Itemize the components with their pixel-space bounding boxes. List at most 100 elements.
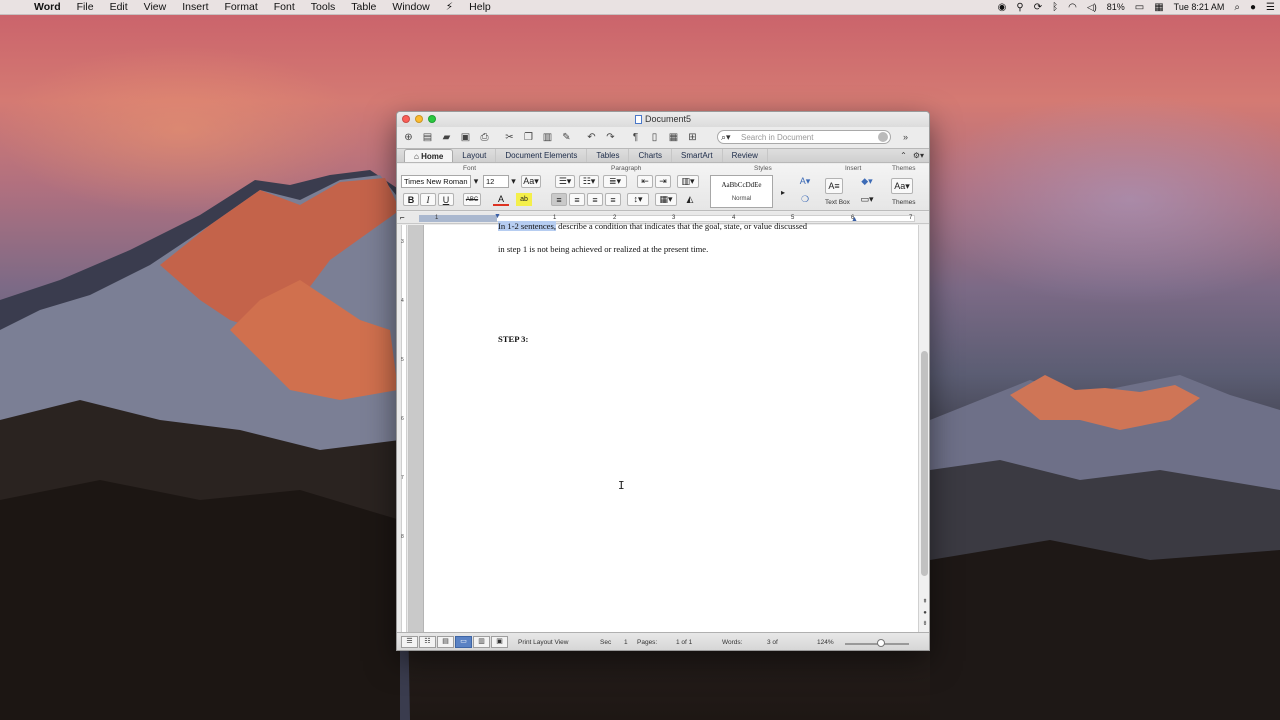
font-color-icon[interactable]: A bbox=[493, 193, 509, 206]
spotlight-icon[interactable]: ⌕ bbox=[1229, 0, 1245, 15]
zoom-slider-knob[interactable] bbox=[877, 639, 885, 647]
previous-page-icon[interactable]: ⇞ bbox=[920, 598, 929, 607]
status-zoom[interactable]: 124% bbox=[817, 639, 834, 646]
borders-icon[interactable]: ▦▾ bbox=[655, 193, 677, 206]
sync-icon[interactable]: ⟳ bbox=[1029, 0, 1047, 15]
tab-stop-selector-icon[interactable]: ⌐ bbox=[400, 213, 405, 222]
open-icon[interactable]: ▰ bbox=[438, 129, 455, 145]
document-text-line[interactable]: in step 1 is not being achieved or reali… bbox=[498, 244, 708, 254]
tab-review[interactable]: Review bbox=[723, 149, 768, 162]
change-case-icon[interactable]: Aa▾ bbox=[521, 175, 541, 188]
publishing-view-button[interactable]: ▤ bbox=[437, 636, 454, 648]
styles-next-icon[interactable]: ▸ bbox=[777, 186, 789, 199]
minimize-window-button[interactable] bbox=[415, 115, 423, 123]
flag-icon[interactable]: ▦ bbox=[1149, 0, 1168, 15]
close-window-button[interactable] bbox=[402, 115, 410, 123]
right-indent-marker[interactable]: ▲ bbox=[851, 216, 858, 223]
menu-window[interactable]: Window bbox=[384, 0, 437, 15]
paste-icon[interactable]: ▥ bbox=[539, 129, 556, 145]
new-document-icon[interactable]: ⊕ bbox=[400, 129, 417, 145]
toolbox-icon[interactable]: ⊞ bbox=[684, 129, 701, 145]
wifi-icon[interactable]: ◠ bbox=[1063, 0, 1082, 15]
undo-icon[interactable]: ↶ bbox=[583, 129, 600, 145]
menu-insert[interactable]: Insert bbox=[174, 0, 216, 15]
bluetooth-icon[interactable]: ᛒ bbox=[1047, 0, 1063, 15]
picture-icon[interactable]: ▭▾ bbox=[857, 193, 877, 206]
bold-button[interactable]: B bbox=[403, 193, 419, 206]
collapse-ribbon-icon[interactable]: ⌃ bbox=[900, 151, 907, 160]
tab-charts[interactable]: Charts bbox=[629, 149, 673, 162]
window-titlebar[interactable]: Document5 bbox=[397, 112, 929, 127]
multilevel-list-icon[interactable]: ≣▾ bbox=[603, 175, 627, 188]
save-icon[interactable]: ▣ bbox=[457, 129, 474, 145]
tab-layout[interactable]: Layout bbox=[453, 149, 497, 162]
menu-help[interactable]: Help bbox=[461, 0, 499, 15]
highlight-icon[interactable]: ab bbox=[516, 193, 532, 206]
strikethrough-button[interactable]: ABC bbox=[463, 193, 481, 206]
shapes-icon[interactable]: ◆▾ bbox=[857, 175, 877, 188]
zoom-window-button[interactable] bbox=[428, 115, 436, 123]
shading-icon[interactable]: ◭ bbox=[682, 193, 698, 206]
columns-icon[interactable]: ▥▾ bbox=[677, 175, 699, 188]
draft-view-button[interactable]: ☰ bbox=[401, 636, 418, 648]
scrollbar-thumb[interactable] bbox=[921, 351, 928, 576]
menu-format[interactable]: Format bbox=[217, 0, 266, 15]
tab-document-elements[interactable]: Document Elements bbox=[496, 149, 588, 162]
align-center-button[interactable]: ≡ bbox=[569, 193, 585, 206]
text-styles-icon[interactable]: A▾ bbox=[795, 175, 815, 188]
templates-icon[interactable]: ▤ bbox=[419, 129, 436, 145]
redo-icon[interactable]: ↷ bbox=[602, 129, 619, 145]
text-box-icon[interactable]: A≡ bbox=[825, 178, 843, 194]
vertical-ruler[interactable]: 3 4 5 6 7 8 bbox=[397, 225, 409, 632]
font-name-select[interactable]: Times New Roman bbox=[401, 175, 471, 188]
increase-indent-icon[interactable]: ⇥ bbox=[655, 175, 671, 188]
font-size-select[interactable]: 12 bbox=[483, 175, 509, 188]
notification-center-icon[interactable]: ☰ bbox=[1261, 0, 1280, 15]
record-icon[interactable]: ◉ bbox=[993, 0, 1012, 15]
pilcrow-icon[interactable]: ¶ bbox=[627, 129, 644, 145]
location-icon[interactable]: ⚲ bbox=[1011, 0, 1028, 15]
focus-view-button[interactable]: ▣ bbox=[491, 636, 508, 648]
search-input[interactable]: ⌕▾ Search in Document bbox=[717, 130, 891, 144]
vertical-scrollbar[interactable]: ⇞ ● ⇟ bbox=[918, 225, 929, 632]
menu-view[interactable]: View bbox=[136, 0, 175, 15]
tab-tables[interactable]: Tables bbox=[587, 149, 630, 162]
align-right-button[interactable]: ≡ bbox=[587, 193, 603, 206]
align-left-button[interactable]: ≡ bbox=[551, 193, 567, 206]
bullets-icon[interactable]: ☰▾ bbox=[555, 175, 575, 188]
shape-insert-icon[interactable]: ❍ bbox=[797, 193, 813, 206]
numbering-icon[interactable]: ☷▾ bbox=[579, 175, 599, 188]
line-spacing-icon[interactable]: ↕▾ bbox=[627, 193, 649, 206]
cut-icon[interactable]: ✂ bbox=[501, 129, 518, 145]
clear-search-icon[interactable] bbox=[878, 132, 888, 142]
script-menu-icon[interactable]: ⚡ bbox=[438, 0, 461, 15]
document-text-line[interactable]: In 1-2 sentences, describe a condition t… bbox=[498, 221, 807, 231]
ribbon-settings-icon[interactable]: ⚙▾ bbox=[913, 151, 924, 160]
print-layout-view-button[interactable]: ▭ bbox=[455, 636, 472, 648]
menu-table[interactable]: Table bbox=[343, 0, 384, 15]
font-size-dropdown-icon[interactable]: ▾ bbox=[509, 175, 518, 188]
menu-file[interactable]: File bbox=[69, 0, 102, 15]
document-text-line-rest[interactable]: describe a condition that indicates that… bbox=[556, 221, 807, 231]
step-heading[interactable]: STEP 3: bbox=[498, 334, 528, 344]
gallery-icon[interactable]: ▦ bbox=[665, 129, 682, 145]
battery-icon[interactable]: ▭ bbox=[1130, 0, 1149, 15]
italic-button[interactable]: I bbox=[420, 193, 436, 206]
browse-object-icon[interactable]: ● bbox=[920, 609, 929, 618]
notebook-view-button[interactable]: ▥ bbox=[473, 636, 490, 648]
menu-app-word[interactable]: Word bbox=[30, 0, 69, 15]
menubar-clock[interactable]: Tue 8:21 AM bbox=[1169, 0, 1230, 15]
first-line-indent-marker[interactable]: ▼ bbox=[494, 213, 501, 220]
themes-icon[interactable]: Aa▾ bbox=[891, 178, 913, 194]
sidebar-icon[interactable]: ▯ bbox=[646, 129, 663, 145]
battery-percent[interactable]: 81% bbox=[1102, 0, 1130, 15]
format-painter-icon[interactable]: ✎ bbox=[558, 129, 575, 145]
tab-smartart[interactable]: SmartArt bbox=[672, 149, 723, 162]
selected-text[interactable]: In 1-2 sentences, bbox=[498, 221, 556, 231]
next-page-icon[interactable]: ⇟ bbox=[920, 620, 929, 629]
menu-font[interactable]: Font bbox=[266, 0, 303, 15]
siri-icon[interactable]: ● bbox=[1245, 0, 1261, 15]
justify-button[interactable]: ≡ bbox=[605, 193, 621, 206]
tab-home[interactable]: ⌂ Home bbox=[404, 149, 454, 162]
decrease-indent-icon[interactable]: ⇤ bbox=[637, 175, 653, 188]
